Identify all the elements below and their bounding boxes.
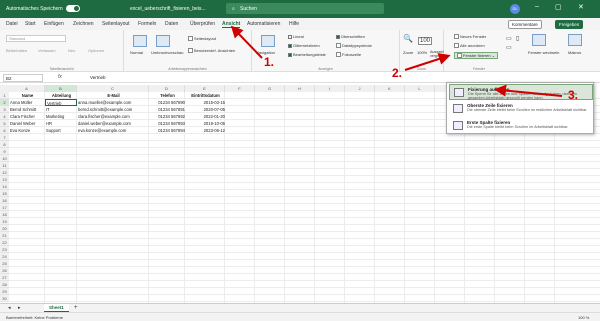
arrow-1 [230,25,263,59]
annotation-1: 1. [264,55,275,69]
next-sheet-icon[interactable]: ▸ [18,305,21,311]
status-bar: Barrierefreiheit: Keine Probleme 100 % [0,312,600,321]
arrow-3 [494,84,563,97]
accessibility-status[interactable]: Barrierefreiheit: Keine Probleme [6,315,63,320]
add-sheet-button[interactable]: + [74,305,78,311]
arrow-2 [404,53,451,71]
annotation-2: 2. [392,66,403,80]
sheet-tab-bar: ◂ ▸ Sheet1 + [0,303,600,313]
zoom-level[interactable]: 100 % [578,315,589,320]
annotation-arrows [230,25,563,97]
prev-sheet-icon[interactable]: ◂ [8,305,11,311]
annotation-3: 3. [568,88,579,102]
